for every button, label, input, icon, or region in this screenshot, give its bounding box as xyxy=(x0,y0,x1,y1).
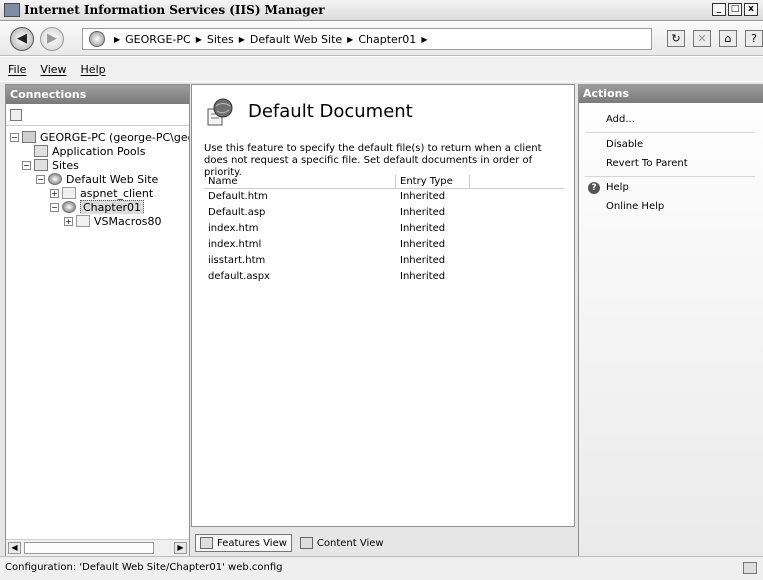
tree-item-label: Application Pools xyxy=(52,144,146,158)
tree-item-label: Chapter01 xyxy=(80,200,144,214)
content-pane: Default Document Use this feature to spe… xyxy=(191,84,575,527)
tree-item-vsmacros80[interactable]: + VSMacros80 xyxy=(6,214,189,228)
connections-pane: Connections − GEORGE-PC (george-PC\geo A… xyxy=(5,84,190,557)
page-title: Default Document xyxy=(248,101,413,122)
breadcrumb[interactable]: ▶ GEORGE-PC ▶ Sites ▶ Default Web Site ▶… xyxy=(82,28,652,50)
disable-action-link[interactable]: Disable xyxy=(606,139,643,150)
breadcrumb-item-default-web-site[interactable]: ▶ Default Web Site xyxy=(234,33,342,46)
help-icon: ? xyxy=(588,182,600,194)
tree-item-default-web-site[interactable]: − Default Web Site xyxy=(6,172,189,186)
breadcrumb-item-sites[interactable]: ▶ Sites xyxy=(191,33,234,46)
folder-icon xyxy=(76,215,90,227)
scroll-left-icon[interactable]: ◀ xyxy=(8,542,21,554)
tree-item-label: Sites xyxy=(52,158,79,172)
menu-bar: File View Help xyxy=(0,57,763,81)
address-toolbar: ↻ ✕ ⌂ ? xyxy=(667,30,763,47)
actions-divider xyxy=(585,132,755,133)
breadcrumb-item-server[interactable]: ▶ GEORGE-PC xyxy=(109,33,191,46)
collapse-icon[interactable]: − xyxy=(36,174,45,184)
app-pools-icon xyxy=(34,145,48,157)
view-tabs: Features View Content View xyxy=(191,530,575,556)
application-icon xyxy=(62,201,76,213)
tree-item-chapter01[interactable]: − Chapter01 xyxy=(6,200,189,214)
column-header-entry-type[interactable]: Entry Type xyxy=(396,175,470,188)
status-bar: Configuration: 'Default Web Site/Chapter… xyxy=(0,556,763,580)
list-item[interactable]: default.aspx Inherited xyxy=(204,269,564,285)
status-text: Configuration: 'Default Web Site/Chapter… xyxy=(5,562,283,573)
features-view-icon xyxy=(200,537,213,549)
list-item[interactable]: index.htm Inherited xyxy=(204,221,564,237)
menu-view[interactable]: View xyxy=(40,63,66,76)
list-item[interactable]: iisstart.htm Inherited xyxy=(204,253,564,269)
collapse-icon[interactable]: − xyxy=(50,202,59,212)
connection-status-icon xyxy=(743,562,757,574)
help-action-link[interactable]: Help xyxy=(606,182,629,193)
stop-icon[interactable]: ✕ xyxy=(693,30,711,47)
horizontal-scrollbar[interactable]: ◀ ▶ xyxy=(6,539,189,556)
forward-button[interactable]: ▶ xyxy=(40,27,64,51)
column-header-name[interactable]: Name xyxy=(204,175,396,188)
actions-divider xyxy=(585,176,755,177)
list-item[interactable]: index.html Inherited xyxy=(204,237,564,253)
revert-to-parent-link[interactable]: Revert To Parent xyxy=(606,158,688,169)
tree-item-label: GEORGE-PC (george-PC\geo xyxy=(40,130,189,144)
connections-tree: − GEORGE-PC (george-PC\geo Application P… xyxy=(6,126,189,228)
actions-pane: Actions Add... Disable Revert To Parent … xyxy=(578,84,763,557)
feature-description: Use this feature to specify the default … xyxy=(204,143,542,178)
default-document-icon xyxy=(207,98,233,126)
minimize-button[interactable]: _ xyxy=(712,3,726,16)
main-area: Connections − GEORGE-PC (george-PC\geo A… xyxy=(0,82,763,557)
tree-item-label: Default Web Site xyxy=(66,172,159,186)
tree-item-application-pools[interactable]: Application Pools xyxy=(6,144,189,158)
connections-toolbar xyxy=(6,104,189,126)
scroll-right-icon[interactable]: ▶ xyxy=(174,542,187,554)
collapse-icon[interactable]: − xyxy=(22,160,31,170)
content-view-icon xyxy=(299,537,313,549)
window-title: Internet Information Services (IIS) Mana… xyxy=(24,3,325,17)
tree-item-sites[interactable]: − Sites xyxy=(6,158,189,172)
expand-icon[interactable]: + xyxy=(50,188,59,198)
expand-icon[interactable]: + xyxy=(64,216,73,226)
collapse-icon[interactable]: − xyxy=(10,132,19,142)
folder-icon xyxy=(62,187,76,199)
add-action-link[interactable]: Add... xyxy=(606,114,635,125)
tree-item-aspnet-client[interactable]: + aspnet_client xyxy=(6,186,189,200)
title-bar: Internet Information Services (IIS) Mana… xyxy=(0,0,763,21)
tree-item-label: VSMacros80 xyxy=(94,214,162,228)
server-breadcrumb-icon xyxy=(89,31,105,47)
tab-content-view[interactable]: Content View xyxy=(296,535,388,551)
menu-help[interactable]: Help xyxy=(81,63,106,76)
list-item[interactable]: Default.htm Inherited xyxy=(204,189,564,205)
back-button[interactable]: ◀ xyxy=(10,27,34,51)
server-icon xyxy=(22,131,36,143)
tree-item-server[interactable]: − GEORGE-PC (george-PC\geo xyxy=(6,130,189,144)
actions-header: Actions xyxy=(579,84,763,103)
home-icon[interactable]: ⌂ xyxy=(719,30,737,47)
tab-features-view[interactable]: Features View xyxy=(195,534,292,552)
help-icon[interactable]: ? xyxy=(745,30,763,47)
tree-item-label: aspnet_client xyxy=(80,186,154,200)
address-bar: ◀ ▶ ▶ GEORGE-PC ▶ Sites ▶ Default Web Si… xyxy=(0,22,763,56)
online-help-link[interactable]: Online Help xyxy=(606,201,664,212)
list-header: Name Entry Type xyxy=(204,175,564,189)
breadcrumb-item-chapter01[interactable]: ▶ Chapter01 ▶ xyxy=(342,33,432,46)
connections-header: Connections xyxy=(6,85,189,104)
list-item[interactable]: Default.asp Inherited xyxy=(204,205,564,221)
maximize-button[interactable]: □ xyxy=(728,3,742,16)
refresh-icon[interactable]: ↻ xyxy=(667,30,685,47)
default-documents-list: Name Entry Type Default.htm Inherited De… xyxy=(204,175,564,285)
connect-icon[interactable] xyxy=(10,108,22,121)
globe-icon xyxy=(48,173,62,185)
scrollbar-thumb[interactable] xyxy=(24,542,154,554)
iis-app-icon xyxy=(4,3,20,17)
sites-icon xyxy=(34,159,48,171)
menu-file[interactable]: File xyxy=(8,63,26,76)
close-button[interactable]: x xyxy=(744,3,758,16)
